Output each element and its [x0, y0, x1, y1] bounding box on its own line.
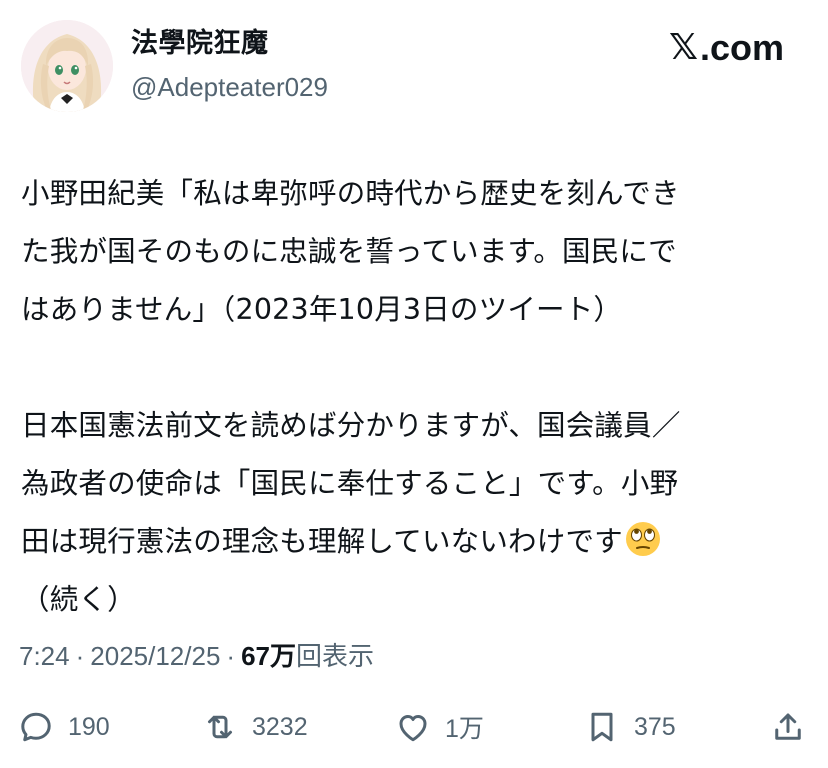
reply-icon — [21, 712, 51, 742]
post-body-line-with-emoji: 田は現行憲法の理念も理解していないわけです — [21, 513, 801, 571]
views-count: 67万 — [241, 641, 297, 671]
share-button[interactable] — [770, 700, 806, 754]
meta-separator: · — [75, 641, 85, 671]
share-icon — [775, 713, 801, 740]
post-body-blank-line — [21, 339, 801, 397]
avatar-image — [21, 20, 113, 112]
author-handle[interactable]: @Adepteater029 — [131, 70, 328, 104]
post-body-line: 小野田紀美「私は卑弥呼の時代から歴史を刻んでき — [21, 177, 680, 210]
post-meta: 7:24 · 2025/12/25 · 67万回表示 — [19, 638, 374, 674]
reply-button[interactable]: 190 — [18, 700, 110, 754]
bookmark-button[interactable]: 375 — [584, 700, 676, 754]
post-body-line: 為政者の使命は「国民に奉仕すること」です。小野 — [21, 467, 679, 500]
bookmark-count: 375 — [634, 712, 676, 741]
bookmark-icon — [591, 712, 613, 742]
views-label: 回表示 — [296, 641, 375, 671]
reply-count: 190 — [68, 712, 110, 741]
post-body: 小野田紀美「私は卑弥呼の時代から歴史を刻んでき た我が国そのものに忠誠を誓ってい… — [21, 165, 801, 629]
post-time[interactable]: 7:24 — [19, 641, 70, 671]
post-body-line: 日本国憲法前文を読めば分かりますが、国会議員／ — [21, 409, 681, 442]
brand-suffix: .com — [699, 27, 784, 68]
eye-roll-emoji-icon — [625, 522, 660, 556]
brand-logo: 𝕏 .com — [669, 26, 784, 70]
meta-separator: · — [226, 641, 236, 671]
x-logo-icon: 𝕏 — [668, 27, 698, 68]
post-date[interactable]: 2025/12/25 — [90, 641, 220, 671]
heart-icon — [399, 715, 427, 742]
avatar[interactable] — [21, 20, 113, 112]
repost-button[interactable]: 3232 — [202, 700, 308, 754]
like-button[interactable]: 1万 — [395, 700, 484, 754]
post-body-line: た我が国そのものに忠誠を誓っています。国民にで — [21, 235, 677, 268]
post-body-line: 田は現行憲法の理念も理解していないわけです — [21, 525, 623, 558]
post-body-line: はありません」（2023年10月3日のツイート） — [21, 293, 623, 326]
repost-icon — [208, 715, 232, 739]
like-count: 1万 — [445, 715, 484, 743]
action-bar: 190 3232 1万 375 — [0, 700, 828, 754]
author-display-name[interactable]: 法學院狂魔 — [131, 26, 269, 62]
repost-count: 3232 — [252, 712, 308, 741]
post-body-line: （続く） — [21, 583, 136, 616]
